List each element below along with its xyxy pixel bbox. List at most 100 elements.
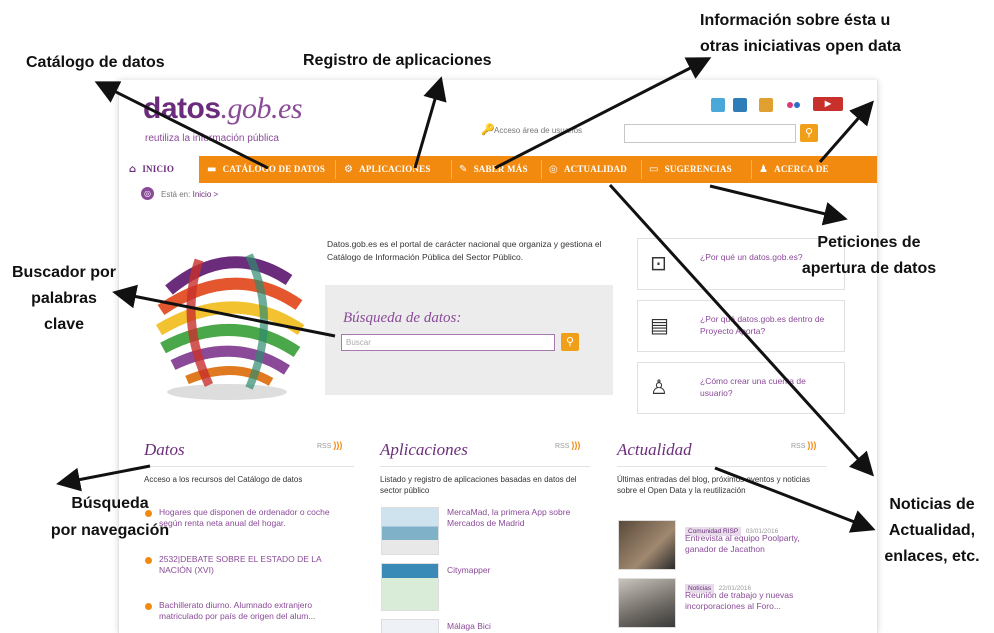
app-item[interactable]: Citymapper xyxy=(447,565,587,576)
pin-icon: ✎ xyxy=(459,164,468,175)
datos-rss[interactable]: RSS ))) xyxy=(317,440,342,450)
actualidad-desc: Últimas entradas del blog, próximos even… xyxy=(617,475,810,495)
aplicaciones-rss[interactable]: RSS ))) xyxy=(555,440,580,450)
top-search-input[interactable] xyxy=(624,124,796,143)
news-photo[interactable] xyxy=(618,578,676,628)
twitter-icon[interactable] xyxy=(711,98,725,112)
linkedin-icon[interactable] xyxy=(733,98,747,112)
rss-label: RSS xyxy=(317,443,332,450)
bullet-icon xyxy=(145,557,152,564)
app-item[interactable]: Málaga Bici xyxy=(447,621,587,632)
comment-icon: ▭ xyxy=(649,164,659,175)
news-item[interactable]: Reunión de trabajo y nuevas incorporacio… xyxy=(685,590,830,612)
annotation-buscador-line3: clave xyxy=(43,316,85,333)
app-thumbnail[interactable] xyxy=(381,619,439,633)
main-nav: ⌂ INICIO ▬ CATÁLOGO DE DATOS ⚙ APLICACIONES… xyxy=(119,156,877,183)
gear-icon: ⚙ xyxy=(344,164,354,175)
actualidad-rss[interactable]: RSS ))) xyxy=(791,440,816,450)
nav-sugerencias[interactable]: ▭ SUGERENCIAS xyxy=(649,156,732,183)
aplicaciones-title[interactable]: Aplicaciones xyxy=(380,440,468,460)
nav-label: ACTUALIDAD xyxy=(563,164,627,174)
breadcrumb: Está en: Inicio > xyxy=(161,190,218,199)
ribbon-globe-image xyxy=(155,253,305,400)
nav-label: INICIO xyxy=(142,164,175,174)
nav-label: CATÁLOGO DE DATOS xyxy=(222,164,326,174)
nav-acerca-de[interactable]: ♟ ACERCA DE xyxy=(759,156,829,183)
nav-aplicaciones[interactable]: ⚙ APLICACIONES xyxy=(344,156,431,183)
home-icon: ⌂ xyxy=(129,164,137,175)
user-icon: ♟ xyxy=(759,164,769,175)
nav-divider xyxy=(335,160,336,179)
site-tagline: reutiliza la información pública xyxy=(145,133,279,144)
app-item[interactable]: MercaMad, la primera App sobre Mercados … xyxy=(447,507,587,529)
settings-window-icon: ⊡ xyxy=(650,251,667,275)
annotation-informacion-line1: Información sobre ésta u xyxy=(700,12,891,29)
intro-text: Datos.gob.es es el portal de carácter na… xyxy=(327,239,602,262)
news-photo[interactable] xyxy=(618,520,676,570)
logo-domain: .gob.es xyxy=(220,92,303,125)
annotation-buscador-line1: Buscador por xyxy=(11,264,116,281)
breadcrumb-current[interactable]: Inicio > xyxy=(193,190,219,199)
rss-icon: ))) xyxy=(333,440,343,450)
datos-item[interactable]: Hogares que disponen de ordenador o coch… xyxy=(159,507,349,529)
person-info-icon: ♙ xyxy=(650,375,668,399)
nav-saber-mas[interactable]: ✎ SABER MÁS xyxy=(459,156,528,183)
aplicaciones-desc: Listado y registro de aplicaciones basad… xyxy=(380,475,577,495)
annotation-informacion-line2: otras iniciativas open data xyxy=(700,38,901,55)
faq-box[interactable]: ▤ ¿Por qué datos.gob.es dentro de Proyec… xyxy=(637,300,845,352)
annotation-noticias-line1: Noticias de xyxy=(889,496,975,513)
datos-desc: Acceso a los recursos del Catálogo de da… xyxy=(144,475,303,484)
nav-label: ACERCA DE xyxy=(774,164,829,174)
nav-inicio[interactable]: ⌂ INICIO xyxy=(119,156,199,183)
news-item[interactable]: Entrevista al equipo Poolparty, ganador … xyxy=(685,533,825,555)
app-thumbnail[interactable] xyxy=(381,507,439,555)
access-link[interactable]: Acceso área de usuarios xyxy=(494,126,582,135)
divider xyxy=(380,466,590,467)
app-thumbnail[interactable] xyxy=(381,563,439,611)
nav-label: SUGERENCIAS xyxy=(664,164,732,174)
divider xyxy=(617,466,827,467)
nav-actualidad[interactable]: ◎ ACTUALIDAD xyxy=(549,156,627,183)
divider xyxy=(144,466,354,467)
annotation-busqueda-nav-line1: Búsqueda xyxy=(71,495,149,512)
annotation-peticiones-line2: apertura de datos xyxy=(801,260,937,277)
sharing-icon[interactable] xyxy=(759,98,773,112)
annotation-noticias-line3: enlaces, etc. xyxy=(884,548,980,565)
flickr-icon-dot xyxy=(794,102,800,108)
actualidad-title[interactable]: Actualidad xyxy=(617,440,692,460)
rss-label: RSS xyxy=(555,443,570,450)
annotation-noticias-line2: Actualidad, xyxy=(888,522,976,539)
annotation-busqueda-nav-line2: por navegación xyxy=(50,522,170,539)
data-search-title: Búsqueda de datos: xyxy=(343,310,462,326)
flickr-icon[interactable] xyxy=(787,102,793,108)
rss-label: RSS xyxy=(791,443,806,450)
bullet-icon xyxy=(145,603,152,610)
faq-box[interactable]: ♙ ¿Cómo crear una cuenta de usuario? xyxy=(637,362,845,414)
globe-icon: ◎ xyxy=(141,187,154,200)
datos-item[interactable]: Bachillerato diurno. Alumnado extranjero… xyxy=(159,600,349,622)
folder-icon: ▬ xyxy=(207,164,217,175)
nav-label: SABER MÁS xyxy=(473,164,528,174)
nav-divider xyxy=(541,160,542,179)
site-logo[interactable]: datos.gob.es xyxy=(143,92,303,126)
data-search-button[interactable]: ⚲ xyxy=(561,333,579,351)
breadcrumb-prefix: Está en: xyxy=(161,190,191,199)
faq-link[interactable]: ¿Por qué datos.gob.es dentro de Proyecto… xyxy=(700,313,838,337)
datos-item[interactable]: 2532|DEBATE SOBRE EL ESTADO DE LA NACIÓN… xyxy=(159,554,349,576)
data-search-input[interactable]: Buscar xyxy=(341,334,555,351)
nav-label: APLICACIONES xyxy=(359,164,431,174)
annotation-peticiones-line1: Peticiones de xyxy=(817,234,921,251)
youtube-icon[interactable]: ▶ xyxy=(813,97,843,111)
faq-link[interactable]: ¿Cómo crear una cuenta de usuario? xyxy=(700,375,838,399)
annotation-buscador-line2: palabras xyxy=(31,290,97,307)
nav-divider xyxy=(451,160,452,179)
document-play-icon: ▤ xyxy=(650,313,669,337)
top-search-button[interactable]: ⚲ xyxy=(800,124,818,142)
logo-brand: datos xyxy=(143,92,221,125)
rss-icon: ))) xyxy=(807,440,817,450)
nav-catalogo[interactable]: ▬ CATÁLOGO DE DATOS xyxy=(207,156,325,183)
nav-divider xyxy=(751,160,752,179)
datos-title[interactable]: Datos xyxy=(144,440,185,460)
website-screenshot: datos.gob.es reutiliza la información pú… xyxy=(118,80,878,633)
annotation-registro: Registro de aplicaciones xyxy=(303,52,492,69)
